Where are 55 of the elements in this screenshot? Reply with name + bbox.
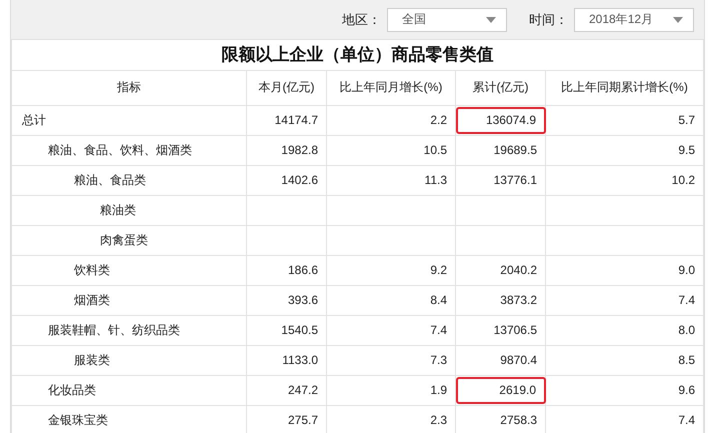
table-cell: 8.5 xyxy=(546,345,704,375)
table-cell: 13776.1 xyxy=(456,165,546,195)
table-cell: 饮料类 xyxy=(12,255,246,285)
table-cell: 9.6 xyxy=(546,375,704,405)
table-cell: 烟酒类 xyxy=(12,285,246,315)
dropdown[interactable]: 2018年12月 xyxy=(574,8,694,32)
table-cell: 2040.2 xyxy=(456,255,546,285)
highlighted-cell: 2619.0 xyxy=(456,376,546,404)
table-cell: 7.3 xyxy=(326,345,456,375)
column-header: 比上年同月增长(%) xyxy=(326,70,456,105)
caret-icon xyxy=(486,16,496,22)
column-header: 本月(亿元) xyxy=(246,70,326,105)
table-cell: 5.7 xyxy=(546,105,704,135)
table-cell: 9.0 xyxy=(546,255,704,285)
table-cell: 3873.2 xyxy=(456,285,546,315)
filter-label: 时间： xyxy=(529,10,568,28)
table-cell: 14174.7 xyxy=(246,105,326,135)
caret-icon xyxy=(673,16,683,22)
table-cell: 8.0 xyxy=(546,315,704,345)
table-cell: 11.3 xyxy=(326,165,456,195)
table-cell: 1133.0 xyxy=(246,345,326,375)
table-cell: 7.4 xyxy=(326,315,456,345)
filter-label: 地区： xyxy=(342,10,381,28)
table-cell: 总计 xyxy=(12,105,246,135)
table-cell: 393.6 xyxy=(246,285,326,315)
table-cell: 19689.5 xyxy=(456,135,546,165)
table-cell: 化妆品类 xyxy=(12,375,246,405)
table-cell: 服装鞋帽、针、纺织品类 xyxy=(12,315,246,345)
table-cell: 1982.8 xyxy=(246,135,326,165)
column-header: 累计(亿元) xyxy=(456,70,546,105)
table-cell: 1540.5 xyxy=(246,315,326,345)
dropdown[interactable]: 全国 xyxy=(387,8,507,32)
table-cell: 13706.5 xyxy=(456,315,546,345)
table-cell: 247.2 xyxy=(246,375,326,405)
table-cell: 粮油、食品、饮料、烟酒类 xyxy=(12,135,246,165)
table-cell: 8.4 xyxy=(326,285,456,315)
table-cell: 9870.4 xyxy=(456,345,546,375)
table-title: 限额以上企业（单位）商品零售类值 xyxy=(12,40,704,70)
table-cell: 金银珠宝类 xyxy=(12,405,246,433)
table-cell: 肉禽蛋类 xyxy=(12,225,246,255)
table-cell: 9.5 xyxy=(546,135,704,165)
table-cell: 粮油、食品类 xyxy=(12,165,246,195)
column-header: 指标 xyxy=(12,70,246,105)
column-header: 比上年同期累计增长(%) xyxy=(546,70,704,105)
table-cell: 2.2 xyxy=(326,105,456,135)
table-cell: 10.5 xyxy=(326,135,456,165)
table-cell: 186.6 xyxy=(246,255,326,285)
table-cell: 粮油类 xyxy=(12,195,246,225)
table-cell: 9.2 xyxy=(326,255,456,285)
table-cell: 1.9 xyxy=(326,375,456,405)
table-cell: 7.4 xyxy=(546,285,704,315)
table-cell: 10.2 xyxy=(546,165,704,195)
table-cell: 服装类 xyxy=(12,345,246,375)
table-cell: 1402.6 xyxy=(246,165,326,195)
highlighted-cell: 136074.9 xyxy=(456,106,546,134)
